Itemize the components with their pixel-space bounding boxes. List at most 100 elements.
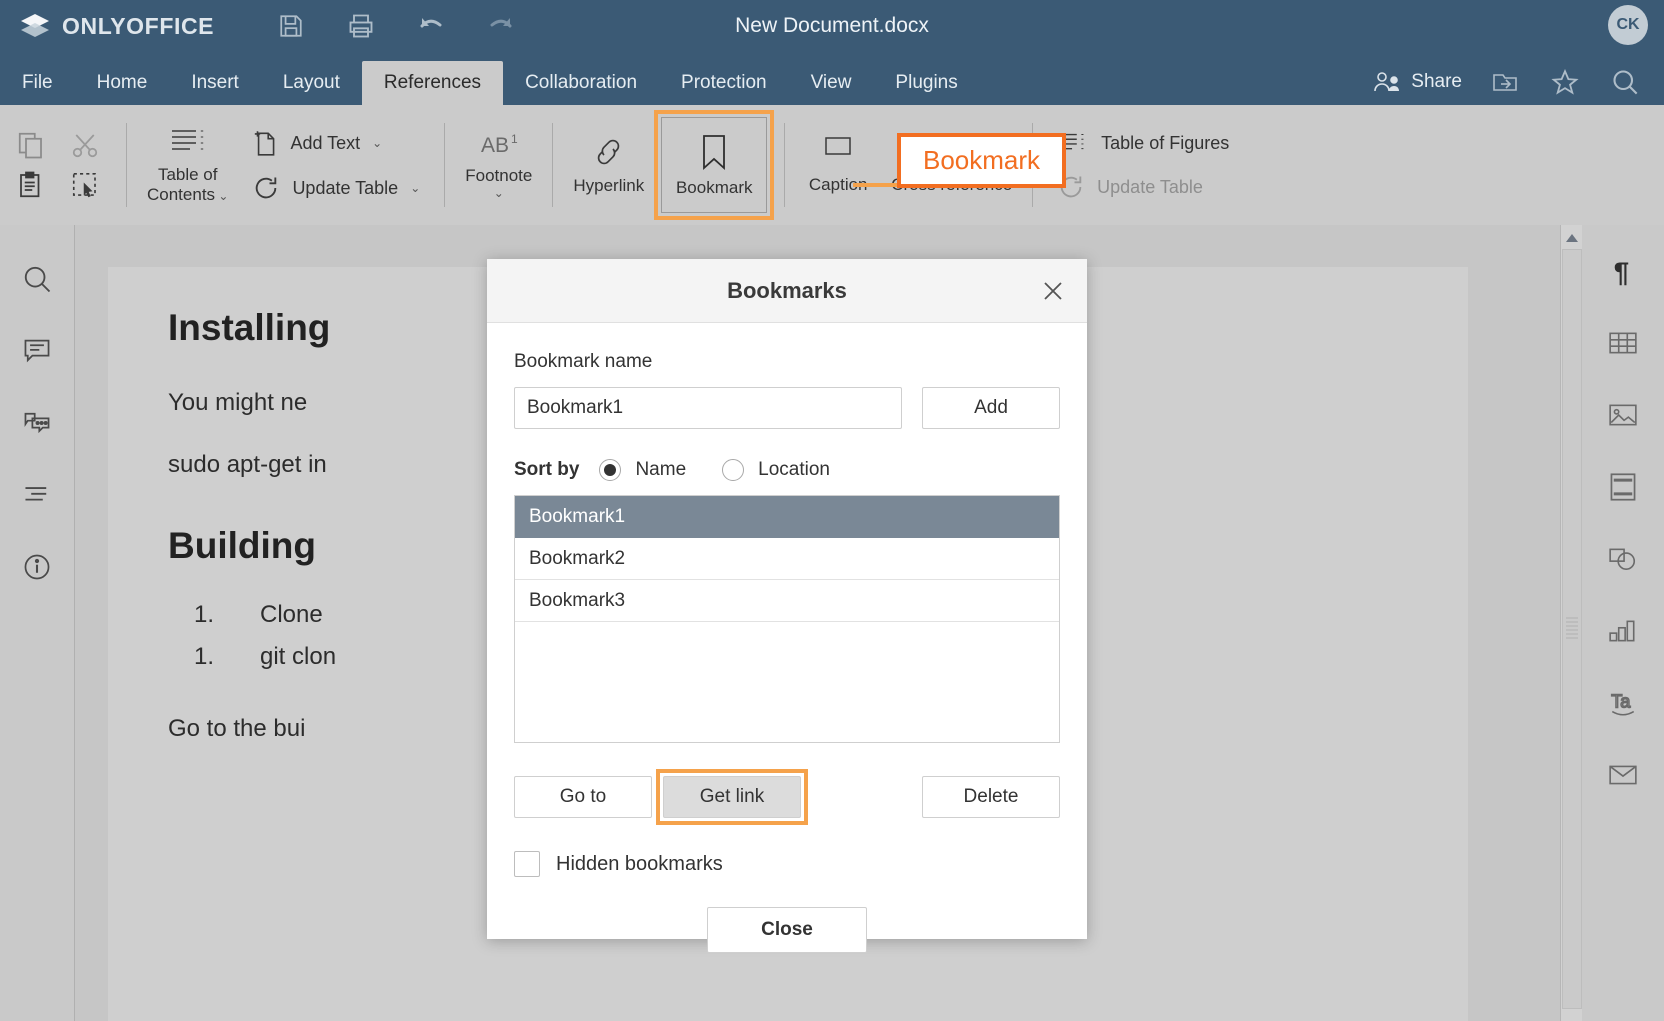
tab-protection[interactable]: Protection: [659, 61, 789, 105]
add-button[interactable]: Add: [922, 387, 1060, 429]
table-icon[interactable]: [1605, 325, 1641, 361]
tab-file[interactable]: File: [0, 61, 75, 105]
tab-collaboration[interactable]: Collaboration: [503, 61, 659, 105]
add-text-button[interactable]: Add Text ⌄: [252, 128, 420, 158]
sort-by-name-radio[interactable]: [599, 459, 621, 481]
bookmark-button[interactable]: Bookmark: [654, 110, 774, 220]
table-of-figures-button[interactable]: Table of Figures: [1057, 129, 1229, 157]
info-icon[interactable]: [19, 549, 55, 585]
list-item[interactable]: Bookmark1: [515, 496, 1059, 538]
go-to-button[interactable]: Go to: [514, 776, 652, 818]
update-table-figures-button[interactable]: Update Table: [1057, 173, 1229, 201]
update-table-label: Update Table: [292, 178, 398, 199]
hidden-bookmarks-checkbox[interactable]: [514, 851, 540, 877]
caption-button[interactable]: Caption: [795, 131, 881, 199]
undo-icon[interactable]: [414, 9, 448, 43]
tab-home[interactable]: Home: [75, 61, 170, 105]
paragraph-1-left: You might ne: [168, 389, 307, 416]
comment-icon[interactable]: [19, 333, 55, 369]
onlyoffice-logo-icon: [20, 12, 50, 40]
right-sidebar: ¶: [1582, 225, 1664, 1021]
tab-view[interactable]: View: [789, 61, 874, 105]
list-item[interactable]: Bookmark2: [515, 538, 1059, 580]
chevron-down-icon[interactable]: ⌄: [494, 186, 504, 200]
header-footer-icon[interactable]: [1605, 469, 1641, 505]
paste-icon[interactable]: [16, 170, 46, 200]
chevron-down-icon[interactable]: ⌄: [410, 181, 420, 195]
copy-icon[interactable]: [16, 130, 46, 160]
hyperlink-button[interactable]: Hyperlink: [563, 130, 654, 200]
navigation-icon[interactable]: [19, 477, 55, 513]
bookmark-name-label: Bookmark name: [514, 351, 1060, 373]
save-icon[interactable]: [274, 9, 308, 43]
list-text: git clon: [260, 643, 336, 671]
dialog-header: Bookmarks: [487, 259, 1087, 323]
delete-button[interactable]: Delete: [922, 776, 1060, 818]
favorite-star-icon[interactable]: [1548, 65, 1582, 99]
ribbon-divider: [126, 123, 127, 207]
tab-references[interactable]: References: [362, 61, 503, 105]
tab-layout[interactable]: Layout: [261, 61, 362, 105]
figures-group: Table of Figures Update Table: [1043, 129, 1243, 201]
open-location-icon[interactable]: [1488, 65, 1522, 99]
chevron-down-icon[interactable]: ⌄: [215, 189, 228, 203]
redo-icon[interactable]: [484, 9, 518, 43]
scrollbar-grip-icon: [1566, 617, 1578, 641]
close-button[interactable]: Close: [707, 907, 867, 953]
list-number: 1.: [168, 643, 260, 671]
sort-by-location-radio[interactable]: [722, 459, 744, 481]
quick-access-toolbar: [274, 9, 518, 43]
dialog-body: Bookmark name Add Sort by Name Location …: [487, 323, 1087, 953]
bookmarks-dialog: Bookmarks Bookmark name Add Sort by Name…: [487, 259, 1087, 939]
table-of-contents-icon: [168, 125, 208, 159]
hidden-bookmarks-label: Hidden bookmarks: [556, 853, 723, 876]
bookmark-name-input[interactable]: [514, 387, 902, 429]
svg-text:AB: AB: [481, 134, 509, 157]
scrollbar-thumb[interactable]: [1562, 249, 1582, 1009]
select-all-icon[interactable]: [70, 170, 100, 200]
chart-icon[interactable]: [1605, 613, 1641, 649]
footnote-button[interactable]: AB 1 Footnote ⌄: [455, 126, 542, 204]
left-sidebar: [0, 225, 75, 1021]
sort-by-name-label: Name: [635, 459, 686, 481]
image-icon[interactable]: [1605, 397, 1641, 433]
mail-merge-icon[interactable]: [1605, 757, 1641, 793]
hyperlink-label: Hyperlink: [573, 176, 644, 196]
clipboard-group: [0, 130, 116, 200]
search-icon[interactable]: [1608, 65, 1642, 99]
get-link-highlight: Get link: [656, 769, 808, 825]
share-button[interactable]: Share: [1373, 71, 1462, 93]
update-table-icon: [252, 174, 280, 202]
shape-icon[interactable]: [1605, 541, 1641, 577]
get-link-button[interactable]: Get link: [663, 776, 801, 818]
vertical-scrollbar[interactable]: [1560, 225, 1582, 1021]
tab-insert[interactable]: Insert: [169, 61, 261, 105]
table-of-contents-button[interactable]: Table of Contents ⌄: [137, 121, 238, 210]
tab-plugins[interactable]: Plugins: [873, 61, 979, 105]
svg-text:1: 1: [511, 132, 518, 146]
dialog-title: Bookmarks: [727, 278, 847, 304]
heading-2-left: Building: [168, 525, 316, 566]
scroll-up-arrow-icon[interactable]: [1561, 227, 1583, 249]
paragraph-icon[interactable]: ¶: [1605, 253, 1641, 289]
share-label: Share: [1411, 71, 1462, 93]
ribbon-divider: [444, 123, 445, 207]
bookmarks-list[interactable]: Bookmark1 Bookmark2 Bookmark3: [514, 495, 1060, 743]
chat-icon[interactable]: [19, 405, 55, 441]
avatar[interactable]: CK: [1608, 5, 1648, 45]
text-art-icon[interactable]: Ta: [1605, 685, 1641, 721]
list-text: Clone: [260, 601, 323, 629]
search-icon[interactable]: [19, 261, 55, 297]
print-icon[interactable]: [344, 9, 378, 43]
chevron-down-icon[interactable]: ⌄: [372, 136, 382, 150]
close-icon[interactable]: [1037, 275, 1069, 307]
svg-text:Ta: Ta: [1611, 691, 1631, 711]
brand: ONLYOFFICE: [20, 12, 214, 40]
cut-icon[interactable]: [70, 130, 100, 160]
svg-text:¶: ¶: [1614, 256, 1629, 286]
sort-by-location-label: Location: [758, 459, 830, 481]
update-table-button[interactable]: Update Table ⌄: [252, 174, 420, 202]
footnote-label: Footnote: [465, 166, 532, 186]
list-item[interactable]: Bookmark3: [515, 580, 1059, 622]
toc-label-line1: Table of: [158, 165, 218, 184]
